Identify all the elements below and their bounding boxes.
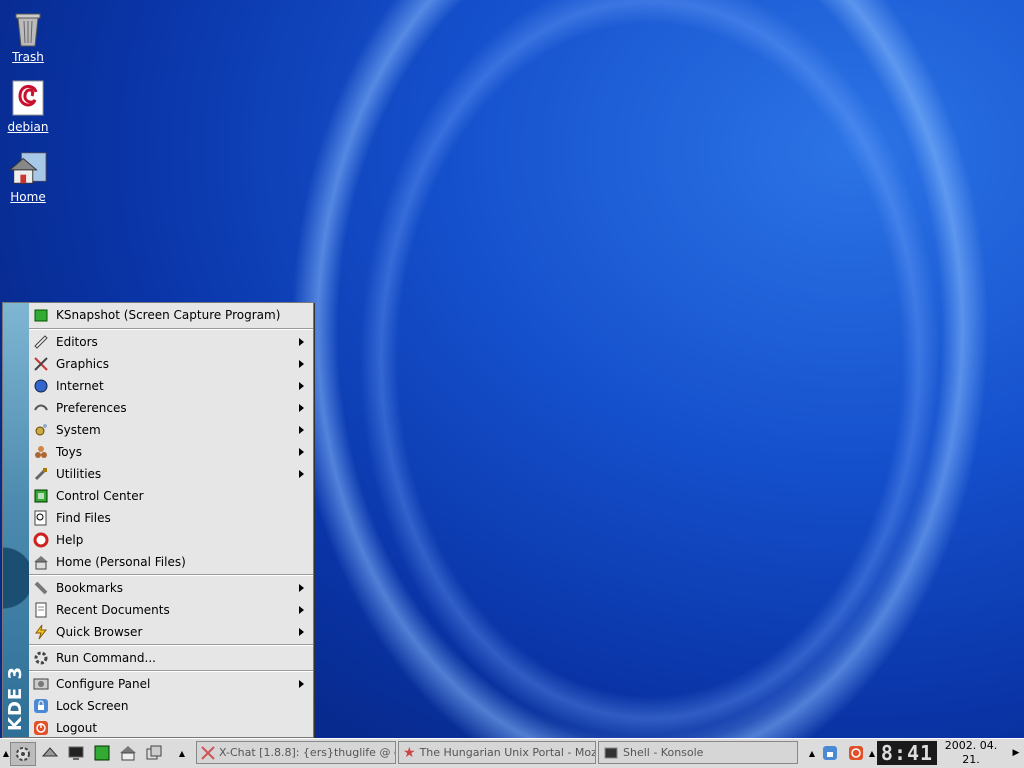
find-files-icon: [32, 509, 50, 527]
submenu-arrow-icon: [299, 584, 304, 592]
debian-swirl-icon: [8, 78, 48, 118]
konqueror-button[interactable]: [38, 742, 62, 764]
kde-gear-graphic: [3, 518, 29, 648]
camera-icon: [32, 306, 50, 324]
submenu-arrow-icon: [299, 338, 304, 346]
lock-icon: [32, 697, 50, 715]
run-command-icon: [32, 649, 50, 667]
menu-item-system[interactable]: System: [29, 419, 313, 441]
menu-item-find-files[interactable]: Find Files: [29, 507, 313, 529]
lock-screen-button[interactable]: [820, 742, 840, 764]
menu-item-quick-browser[interactable]: Quick Browser: [29, 621, 313, 643]
desktop-icon-label: debian: [7, 120, 49, 134]
menu-item-ksnapshot[interactable]: KSnapshot (Screen Capture Program): [29, 303, 313, 327]
monitor-icon: [68, 746, 84, 760]
menu-separator: [29, 574, 313, 576]
k-menu: KDE 3 KSnapshot (Screen Capture Program)…: [2, 302, 314, 738]
date-line-1: 2002. 04.: [944, 739, 998, 752]
mozilla-icon: ★: [403, 744, 416, 761]
internet-icon: [32, 377, 50, 395]
submenu-arrow-icon: [299, 382, 304, 390]
menu-item-recent-documents[interactable]: Recent Documents: [29, 599, 313, 621]
desktop-icon-home[interactable]: Home: [0, 148, 56, 204]
desktop-icon-trash[interactable]: Trash: [0, 8, 56, 64]
menu-separator: [29, 328, 313, 330]
recent-documents-icon: [32, 601, 50, 619]
trash-icon: [8, 8, 48, 48]
clock-display[interactable]: 8:41: [877, 741, 937, 765]
panel-hide-arrow-left[interactable]: ▲: [2, 742, 10, 764]
control-center-icon: [32, 487, 50, 505]
utilities-icon: [32, 465, 50, 483]
toys-icon: [32, 443, 50, 461]
menu-item-home-personal-files[interactable]: Home (Personal Files): [29, 551, 313, 573]
menu-item-graphics[interactable]: Graphics: [29, 353, 313, 375]
help-icon: [32, 531, 50, 549]
submenu-arrow-icon: [299, 448, 304, 456]
desktop-button[interactable]: [64, 742, 88, 764]
menu-item-toys[interactable]: Toys: [29, 441, 313, 463]
quick-browser-icon: [32, 623, 50, 641]
menu-item-logout[interactable]: Logout: [29, 717, 313, 739]
submenu-arrow-icon: [299, 628, 304, 636]
konsole-icon: [603, 745, 619, 761]
menu-item-lock-screen[interactable]: Lock Screen: [29, 695, 313, 717]
taskbar-handle[interactable]: ▲: [178, 742, 186, 764]
graphics-icon: [32, 355, 50, 373]
submenu-arrow-icon: [299, 426, 304, 434]
menu-item-editors[interactable]: Editors: [29, 331, 313, 353]
menu-item-run-command[interactable]: Run Command...: [29, 647, 313, 669]
taskbar: ▲ ▲ X-Chat [1.8.8]: {ers}thuglife @ cape…: [0, 738, 1024, 768]
logout-icon: [32, 719, 50, 737]
task-button-xchat[interactable]: X-Chat [1.8.8]: {ers}thuglife @ capek: [196, 741, 396, 764]
menu-item-internet[interactable]: Internet: [29, 375, 313, 397]
preferences-icon: [32, 399, 50, 417]
desktop-icon-label: Home: [10, 190, 46, 204]
editor-icon: [32, 333, 50, 351]
task-button-mozilla[interactable]: ★ The Hungarian Unix Portal - Mozilla {: [398, 741, 596, 764]
submenu-arrow-icon: [299, 680, 304, 688]
lock-icon: [823, 746, 837, 760]
xchat-icon: [201, 745, 215, 761]
menu-separator: [29, 644, 313, 646]
menu-item-help[interactable]: Help: [29, 529, 313, 551]
logout-icon: [849, 746, 863, 760]
system-icon: [32, 421, 50, 439]
systray-handle[interactable]: ▲: [808, 742, 816, 764]
windows-icon: [146, 745, 162, 760]
configure-panel-icon: [32, 675, 50, 693]
control-center-icon: [94, 745, 110, 761]
k-menu-button[interactable]: [10, 742, 36, 766]
home-icon: [32, 553, 50, 571]
logout-button[interactable]: [846, 742, 866, 764]
home-button[interactable]: [116, 742, 140, 764]
menu-item-utilities[interactable]: Utilities: [29, 463, 313, 485]
menu-item-bookmarks[interactable]: Bookmarks: [29, 577, 313, 599]
submenu-arrow-icon: [299, 360, 304, 368]
date-display[interactable]: 2002. 04. 21.: [940, 739, 1002, 767]
konqueror-icon: [41, 747, 59, 757]
submenu-arrow-icon: [299, 470, 304, 478]
task-button-konsole[interactable]: Shell - Konsole: [598, 741, 798, 764]
date-line-2: 21.: [962, 753, 980, 766]
clock-handle[interactable]: ▲: [868, 742, 876, 764]
control-center-button[interactable]: [90, 742, 114, 764]
kde-gear-icon: [16, 747, 30, 761]
kde-version-label: KDE 3: [5, 666, 26, 731]
menu-item-configure-panel[interactable]: Configure Panel: [29, 673, 313, 695]
k-menu-sidebar: KDE 3: [3, 303, 29, 737]
bookmarks-icon: [32, 579, 50, 597]
window-list-button[interactable]: [142, 742, 166, 764]
home-icon: [120, 746, 136, 761]
desktop-icon-debian[interactable]: debian: [0, 78, 56, 134]
menu-item-preferences[interactable]: Preferences: [29, 397, 313, 419]
home-folder-icon: [8, 148, 48, 188]
submenu-arrow-icon: [299, 606, 304, 614]
menu-item-control-center[interactable]: Control Center: [29, 485, 313, 507]
menu-separator: [29, 670, 313, 672]
desktop-icon-label: Trash: [12, 50, 44, 64]
submenu-arrow-icon: [299, 404, 304, 412]
panel-hide-arrow-right[interactable]: ▶: [1010, 742, 1022, 764]
